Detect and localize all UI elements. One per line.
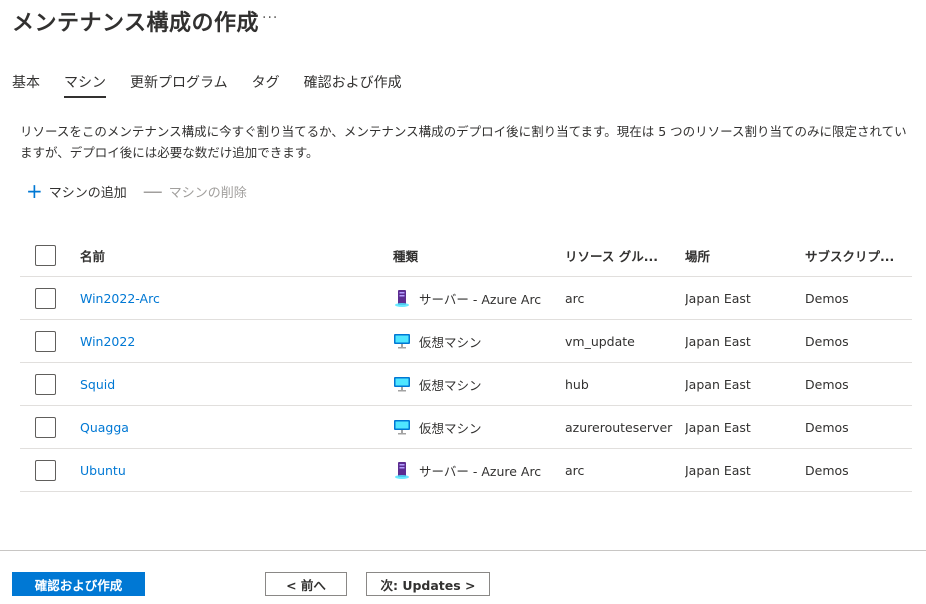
virtual-machine-icon (394, 334, 410, 349)
column-header-subscription[interactable]: サブスクリプ... (805, 234, 910, 276)
subscription-cell: Demos (805, 290, 849, 306)
machine-type: 仮想マシン (419, 334, 482, 350)
page-title: メンテナンス構成の作成 (12, 11, 260, 36)
location-cell: Japan East (685, 419, 751, 435)
previous-button[interactable]: < 前へ (265, 572, 347, 596)
plus-icon: + (26, 179, 43, 203)
server-icon (395, 462, 409, 479)
tab-bar: 基本 マシン 更新プログラム タグ 確認および作成 (12, 72, 426, 102)
subscription-cell: Demos (805, 333, 849, 349)
machine-name-link[interactable]: Squid (80, 377, 115, 392)
row-checkbox[interactable] (35, 330, 56, 352)
add-machine-label: マシンの追加 (48, 185, 127, 201)
table-row: Win2022 仮想マシン vm_update Japan East Demos (20, 320, 912, 363)
virtual-machine-icon (394, 420, 410, 435)
remove-machine-label: マシンの削除 (168, 185, 247, 201)
column-header-type[interactable]: 種類 (393, 234, 558, 276)
tab-updates[interactable]: 更新プログラム (130, 72, 228, 100)
select-all-checkbox[interactable] (35, 244, 56, 266)
footer-divider (0, 550, 926, 551)
location-cell: Japan East (685, 290, 751, 306)
resource-group-cell: arc (565, 462, 585, 478)
more-options-button[interactable]: ··· (262, 10, 278, 26)
resource-group-cell: hub (565, 376, 589, 392)
column-header-resource-group[interactable]: リソース グル... (565, 234, 675, 276)
subscription-cell: Demos (805, 376, 849, 392)
virtual-machine-icon (394, 377, 410, 392)
tab-machines[interactable]: マシン (64, 72, 106, 100)
next-button[interactable]: 次: Updates > (366, 572, 490, 596)
column-header-name[interactable]: 名前 (80, 234, 380, 276)
table-row: Win2022-Arc サーバー - Azure Arc arc Japan E… (20, 277, 912, 320)
machine-table: 名前 種類 リソース グル... 場所 サブスクリプ... Win2022-Ar… (20, 234, 912, 492)
location-cell: Japan East (685, 376, 751, 392)
row-checkbox[interactable] (35, 459, 56, 481)
description-text: リソースをこのメンテナンス構成に今すぐ割り当てるか、メンテナンス構成のデプロイ後… (20, 124, 907, 160)
machine-name-link[interactable]: Ubuntu (80, 463, 126, 478)
server-icon (395, 290, 409, 307)
tab-basics[interactable]: 基本 (12, 72, 40, 100)
subscription-cell: Demos (805, 419, 849, 435)
subscription-cell: Demos (805, 462, 849, 478)
add-machine-button[interactable]: + マシンの追加 (26, 181, 127, 201)
location-cell: Japan East (685, 333, 751, 349)
tab-review-create[interactable]: 確認および作成 (304, 72, 402, 100)
row-checkbox[interactable] (35, 287, 56, 309)
table-header-row: 名前 種類 リソース グル... 場所 サブスクリプ... (20, 234, 912, 277)
tab-tags[interactable]: タグ (252, 72, 280, 100)
machine-name-link[interactable]: Quagga (80, 420, 129, 435)
review-create-button[interactable]: 確認および作成 (12, 572, 145, 596)
machine-type: 仮想マシン (419, 377, 482, 393)
row-checkbox[interactable] (35, 373, 56, 395)
minus-icon: — (142, 179, 163, 203)
location-cell: Japan East (685, 462, 751, 478)
remove-machine-button[interactable]: — マシンの削除 (143, 181, 247, 201)
machine-type: サーバー - Azure Arc (419, 463, 542, 479)
title-row: メンテナンス構成の作成 (12, 6, 259, 36)
machine-name-link[interactable]: Win2022 (80, 334, 135, 349)
table-row: Squid 仮想マシン hub Japan East Demos (20, 363, 912, 406)
machine-type: 仮想マシン (419, 420, 482, 436)
resource-group-cell: arc (565, 290, 585, 306)
machine-name-link[interactable]: Win2022-Arc (80, 291, 160, 306)
resource-group-cell: azurerouteserver (565, 419, 673, 435)
table-row: Quagga 仮想マシン azurerouteserver Japan East… (20, 406, 912, 449)
row-checkbox[interactable] (35, 416, 56, 438)
machine-toolbar: + マシンの追加 — マシンの削除 (26, 180, 263, 202)
machine-type: サーバー - Azure Arc (419, 291, 542, 307)
table-row: Ubuntu サーバー - Azure Arc arc Japan East D… (20, 449, 912, 492)
resource-group-cell: vm_update (565, 333, 635, 349)
column-header-location[interactable]: 場所 (685, 234, 795, 276)
